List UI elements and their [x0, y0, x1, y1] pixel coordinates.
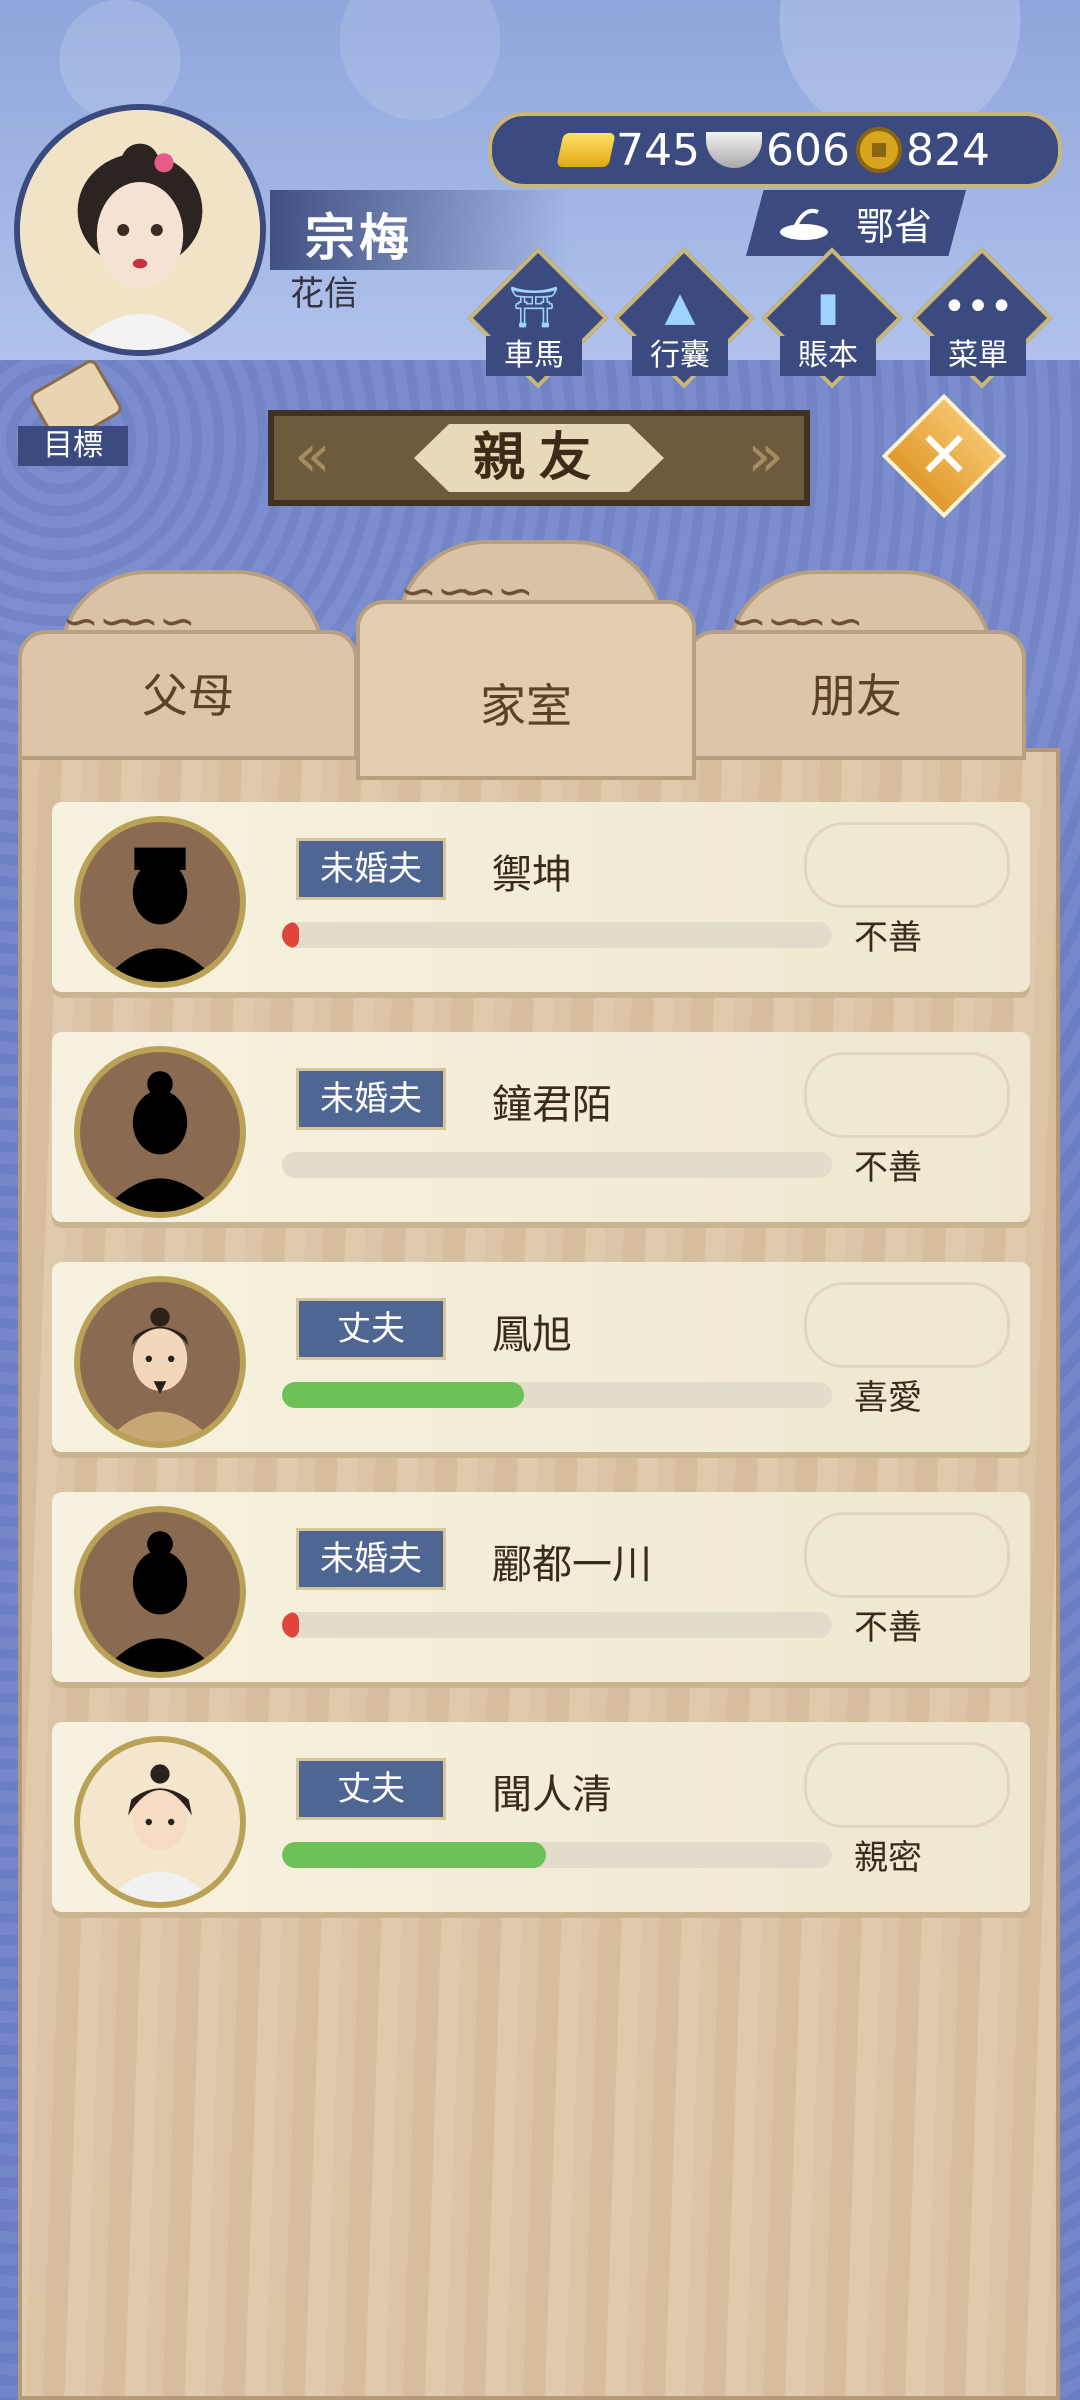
silver-ingot-icon	[706, 132, 762, 168]
relation-status: 不善	[854, 1608, 922, 1648]
copper-value: 824	[905, 124, 990, 176]
relation-card[interactable]: 丈夫 鳳旭喜愛	[52, 1262, 1030, 1452]
tab-parents[interactable]: 父母	[18, 570, 358, 760]
affinity-bar	[282, 1612, 832, 1638]
relation-status: 喜愛	[854, 1378, 922, 1418]
relation-name: 鳳旭	[492, 1312, 572, 1358]
copper-coin-icon	[855, 127, 902, 173]
carriage-icon: ⛩	[508, 285, 560, 331]
province-label: 鄂省	[855, 204, 932, 249]
goal-label: 目標	[18, 426, 128, 466]
ledger-label: 賬本	[780, 336, 876, 376]
relation-role-badge: 丈夫	[296, 1758, 446, 1820]
relation-card[interactable]: 丈夫 聞人清親密	[52, 1722, 1030, 1912]
relation-role-badge: 未婚夫	[296, 838, 446, 900]
relation-card[interactable]: 未婚夫 酈都一川不善	[52, 1492, 1030, 1682]
tab-spouses-label: 家室	[480, 679, 572, 733]
province-button[interactable]: 鄂省	[746, 190, 966, 256]
close-icon: ✕	[917, 419, 971, 493]
gold-currency: 745	[556, 124, 700, 176]
relation-name: 聞人清	[492, 1772, 612, 1818]
player-age-title: 花信	[290, 274, 358, 314]
affinity-bar	[282, 1152, 832, 1178]
relation-status: 不善	[854, 1148, 922, 1188]
tab-spouses[interactable]: 家室	[356, 540, 696, 780]
tab-friends-label: 朋友	[810, 669, 902, 723]
title-banner: « 親友 »	[268, 410, 810, 506]
relation-card[interactable]: 未婚夫 鐘君陌不善	[52, 1032, 1030, 1222]
relation-role-badge: 未婚夫	[296, 1068, 446, 1130]
luggage-label: 行囊	[632, 336, 728, 376]
affinity-bar	[282, 922, 832, 948]
tab-parents-label: 父母	[142, 669, 234, 723]
relation-card[interactable]: 未婚夫 禦坤不善	[52, 802, 1030, 992]
left-chevron-ornament: «	[294, 421, 331, 491]
cloud-swirl-ornament	[804, 1512, 1010, 1598]
luggage-button[interactable]: ▲ 行囊	[613, 247, 755, 389]
page-title: 親友	[414, 424, 664, 492]
relation-portrait[interactable]	[74, 1736, 246, 1908]
relation-status: 不善	[854, 918, 922, 958]
cloud-swirl-ornament	[804, 1052, 1010, 1138]
affinity-fill	[282, 1382, 524, 1408]
player-name: 宗梅	[305, 209, 413, 267]
relation-portrait[interactable]	[74, 816, 246, 988]
goal-button[interactable]: 目標	[18, 357, 128, 472]
bundle-icon: ▲	[664, 284, 696, 330]
player-avatar[interactable]	[14, 104, 266, 356]
ledger-button[interactable]: ▮ 賬本	[761, 247, 903, 389]
relation-name: 鐘君陌	[492, 1082, 612, 1128]
relation-portrait[interactable]	[74, 1506, 246, 1678]
affinity-bar	[282, 1842, 832, 1868]
relation-role-badge: 丈夫	[296, 1298, 446, 1360]
carriage-button[interactable]: ⛩ 車馬	[467, 247, 609, 389]
affinity-fill	[282, 1842, 546, 1868]
teapot-icon	[780, 208, 828, 240]
currency-bar: 745 606 824	[488, 112, 1062, 188]
relation-status: 親密	[854, 1838, 922, 1878]
right-chevron-ornament: »	[747, 421, 784, 491]
book-icon: ▮	[816, 284, 839, 330]
menu-button[interactable]: ••• 菜單	[911, 247, 1053, 389]
cloud-swirl-ornament	[804, 822, 1010, 908]
cloud-swirl-ornament	[804, 1742, 1010, 1828]
silver-currency: 606	[706, 125, 850, 176]
relation-portrait[interactable]	[74, 1046, 246, 1218]
relation-name: 酈都一川	[492, 1542, 652, 1588]
silver-value: 606	[766, 124, 850, 176]
carriage-label: 車馬	[486, 336, 582, 376]
relation-portrait[interactable]	[74, 1276, 246, 1448]
relation-name: 禦坤	[492, 852, 572, 898]
affinity-fill	[282, 922, 299, 948]
menu-label: 菜單	[930, 336, 1026, 376]
copper-currency: 824	[855, 124, 990, 176]
affinity-fill	[282, 1612, 299, 1638]
affinity-bar	[282, 1382, 832, 1408]
gold-ingot-icon	[556, 133, 616, 167]
gold-value: 745	[616, 124, 700, 176]
cloud-swirl-ornament	[804, 1282, 1010, 1368]
tab-friends[interactable]: 朋友	[686, 570, 1026, 760]
relation-role-badge: 未婚夫	[296, 1528, 446, 1590]
more-icon: •••	[942, 284, 1014, 330]
